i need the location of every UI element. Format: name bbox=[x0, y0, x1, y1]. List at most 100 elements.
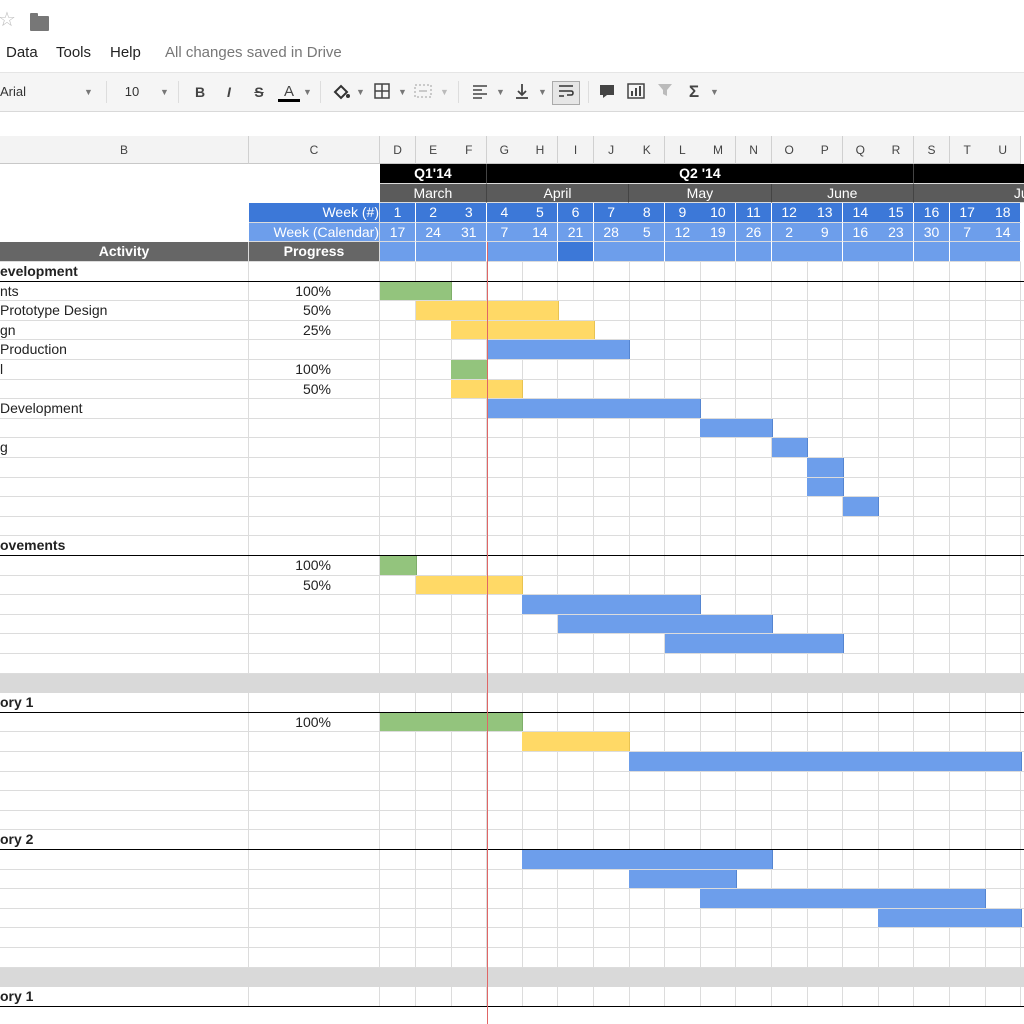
gantt-cell[interactable] bbox=[985, 654, 1022, 674]
gantt-cell[interactable] bbox=[771, 928, 808, 948]
gantt-cell[interactable] bbox=[700, 438, 737, 458]
activity-cell[interactable]: gn bbox=[0, 320, 249, 341]
activity-cell[interactable] bbox=[0, 732, 249, 752]
gantt-cell[interactable] bbox=[842, 948, 879, 968]
gantt-cell[interactable] bbox=[380, 771, 417, 792]
gantt-cell[interactable] bbox=[985, 732, 1022, 752]
gantt-cell[interactable] bbox=[593, 712, 630, 733]
column-header-E[interactable]: E bbox=[415, 136, 452, 164]
gantt-cell[interactable] bbox=[558, 418, 595, 439]
gantt-cell[interactable] bbox=[914, 869, 951, 890]
gantt-cell[interactable] bbox=[985, 556, 1022, 576]
gantt-cell[interactable] bbox=[985, 634, 1022, 654]
gantt-cell[interactable] bbox=[842, 732, 879, 752]
gantt-cell[interactable] bbox=[522, 477, 559, 498]
gantt-cell[interactable] bbox=[985, 575, 1022, 596]
gantt-cell[interactable] bbox=[771, 830, 808, 850]
activity-cell[interactable] bbox=[0, 595, 249, 615]
gantt-cell[interactable] bbox=[878, 830, 915, 850]
gantt-cell[interactable] bbox=[878, 320, 915, 341]
gantt-cell[interactable] bbox=[878, 360, 915, 380]
gantt-cell[interactable] bbox=[985, 301, 1022, 321]
gantt-cell[interactable] bbox=[914, 418, 951, 439]
gantt-cell[interactable] bbox=[771, 771, 808, 792]
gantt-cell[interactable] bbox=[700, 771, 737, 792]
gantt-cell[interactable] bbox=[842, 536, 879, 556]
gantt-cell[interactable] bbox=[949, 438, 986, 458]
gantt-cell[interactable] bbox=[629, 458, 666, 478]
gantt-cell[interactable] bbox=[451, 987, 488, 1007]
gantt-cell[interactable] bbox=[522, 712, 559, 733]
gantt-cell[interactable] bbox=[380, 379, 417, 400]
gantt-cell[interactable] bbox=[522, 418, 559, 439]
gantt-cell[interactable] bbox=[700, 379, 737, 400]
gantt-cell[interactable] bbox=[380, 536, 417, 556]
gantt-cell[interactable] bbox=[522, 948, 559, 968]
activity-cell[interactable] bbox=[0, 556, 249, 576]
gantt-cell[interactable] bbox=[949, 693, 986, 713]
gantt-cell[interactable] bbox=[486, 850, 523, 870]
gantt-cell[interactable] bbox=[771, 360, 808, 380]
gantt-cell[interactable] bbox=[593, 948, 630, 968]
gantt-cell[interactable] bbox=[914, 634, 951, 654]
gantt-cell[interactable] bbox=[807, 771, 844, 792]
gantt-cell[interactable] bbox=[878, 477, 915, 498]
gantt-cell[interactable] bbox=[807, 987, 844, 1007]
section-title[interactable]: ory 2 bbox=[0, 830, 249, 850]
gantt-cell[interactable] bbox=[842, 575, 879, 596]
gantt-cell[interactable] bbox=[949, 301, 986, 321]
gantt-cell[interactable] bbox=[914, 928, 951, 948]
gantt-cell[interactable] bbox=[558, 360, 595, 380]
gantt-cell[interactable] bbox=[700, 595, 737, 615]
gantt-cell[interactable] bbox=[842, 301, 879, 321]
gantt-cell[interactable] bbox=[664, 810, 701, 831]
progress-cell[interactable]: 25% bbox=[249, 320, 380, 341]
gantt-cell[interactable] bbox=[451, 477, 488, 498]
gantt-cell[interactable] bbox=[558, 497, 595, 517]
gantt-cell[interactable] bbox=[878, 379, 915, 400]
gantt-cell[interactable] bbox=[664, 928, 701, 948]
gantt-cell[interactable] bbox=[914, 771, 951, 792]
gantt-cell[interactable] bbox=[878, 869, 915, 890]
gantt-cell[interactable] bbox=[807, 928, 844, 948]
gantt-cell[interactable] bbox=[522, 516, 559, 537]
gantt-cell[interactable] bbox=[522, 536, 559, 556]
progress-cell[interactable] bbox=[249, 810, 380, 831]
gantt-cell[interactable] bbox=[807, 614, 844, 635]
gantt-cell[interactable] bbox=[486, 281, 523, 302]
gantt-cell[interactable] bbox=[664, 575, 701, 596]
gantt-cell[interactable] bbox=[451, 908, 488, 929]
gantt-cell[interactable] bbox=[985, 262, 1022, 282]
gantt-cell[interactable] bbox=[700, 320, 737, 341]
gantt-cell[interactable] bbox=[771, 340, 808, 360]
progress-cell[interactable] bbox=[249, 536, 380, 556]
gantt-cell[interactable] bbox=[451, 850, 488, 870]
functions-button[interactable]: Σ bbox=[684, 82, 704, 102]
gantt-cell[interactable] bbox=[807, 575, 844, 596]
gantt-cell[interactable] bbox=[914, 477, 951, 498]
gantt-cell[interactable] bbox=[914, 830, 951, 850]
gantt-cell[interactable] bbox=[949, 536, 986, 556]
gantt-cell[interactable] bbox=[878, 987, 915, 1007]
gantt-cell[interactable] bbox=[380, 928, 417, 948]
gantt-cell[interactable] bbox=[914, 575, 951, 596]
chart-icon[interactable] bbox=[625, 82, 647, 102]
activity-cell[interactable] bbox=[0, 752, 249, 772]
gantt-cell[interactable] bbox=[415, 732, 452, 752]
font-family-select[interactable]: Arial bbox=[0, 73, 90, 111]
gantt-cell[interactable] bbox=[380, 418, 417, 439]
gantt-cell[interactable] bbox=[593, 869, 630, 890]
progress-cell[interactable] bbox=[249, 595, 380, 615]
gantt-cell[interactable] bbox=[771, 262, 808, 282]
gantt-cell[interactable] bbox=[558, 928, 595, 948]
gantt-cell[interactable] bbox=[593, 477, 630, 498]
gantt-cell[interactable] bbox=[842, 399, 879, 419]
progress-cell[interactable] bbox=[249, 830, 380, 850]
gantt-cell[interactable] bbox=[771, 948, 808, 968]
gantt-cell[interactable] bbox=[700, 262, 737, 282]
gantt-cell[interactable] bbox=[736, 987, 773, 1007]
activity-cell[interactable]: l bbox=[0, 360, 249, 380]
gantt-cell[interactable] bbox=[522, 693, 559, 713]
gantt-cell[interactable] bbox=[486, 595, 523, 615]
gantt-cell[interactable] bbox=[486, 360, 523, 380]
